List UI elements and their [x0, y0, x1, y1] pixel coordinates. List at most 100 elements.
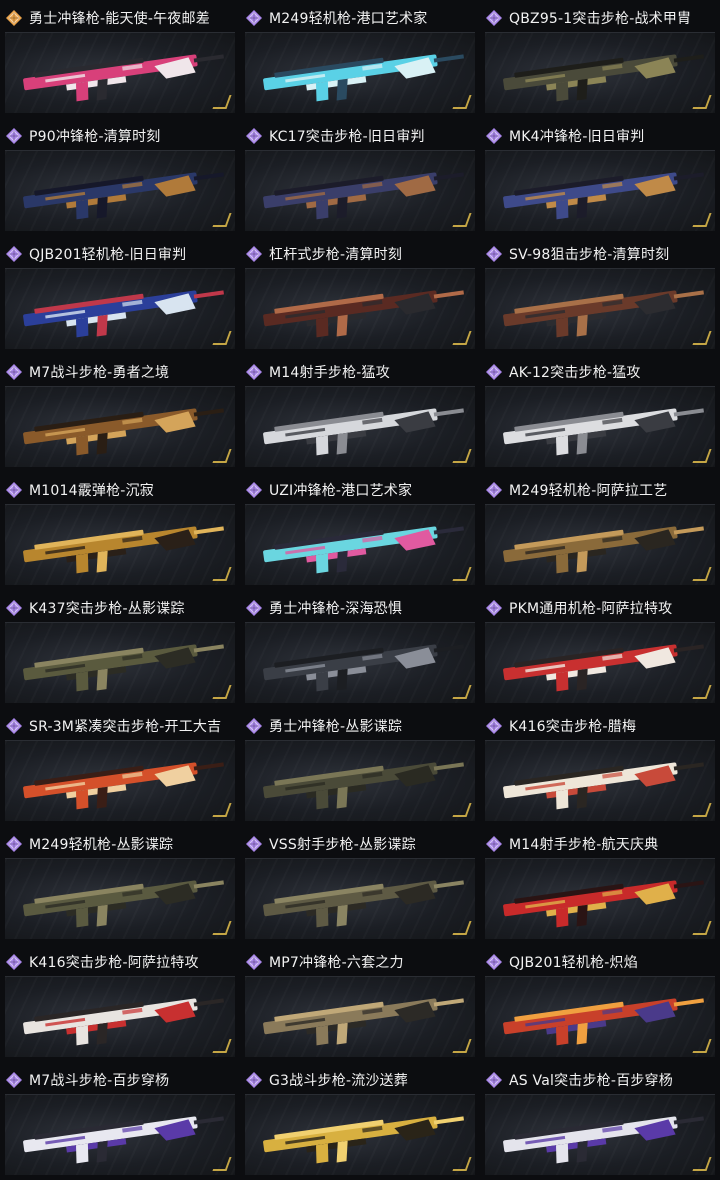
- weapon-skin-card[interactable]: P90冲锋枪-清算时刻: [0, 118, 240, 236]
- weapon-image: [23, 408, 224, 456]
- diamond-rarity-icon: [5, 245, 23, 263]
- weapon-thumbnail: [245, 740, 475, 821]
- weapon-skin-card[interactable]: QJB201轻机枪-旧日审判: [0, 236, 240, 354]
- weapon-image: [23, 526, 224, 574]
- weapon-skin-card[interactable]: MK4冲锋枪-旧日审判: [480, 118, 720, 236]
- weapon-image: [503, 762, 704, 810]
- weapon-skin-card[interactable]: 杠杆式步枪-清算时刻: [240, 236, 480, 354]
- weapon-skin-name: 杠杆式步枪-清算时刻: [269, 247, 403, 263]
- weapon-skin-name: K437突击步枪-丛影谍踪: [29, 601, 185, 617]
- weapon-skin-card[interactable]: G3战斗步枪-流沙送葬: [240, 1062, 480, 1180]
- weapon-image: [23, 762, 224, 810]
- weapon-thumbnail: [5, 976, 235, 1057]
- card-title: M249轻机枪-阿萨拉工艺: [485, 476, 715, 504]
- weapon-skin-card[interactable]: M14射手步枪-航天庆典: [480, 826, 720, 944]
- weapon-skin-card[interactable]: 勇士冲锋枪-丛影谍踪: [240, 708, 480, 826]
- weapon-skin-grid: 勇士冲锋枪-能天使-午夜邮差 M249轻机枪-港口艺术家 QBZ95-1突击步枪-战…: [0, 0, 720, 1180]
- card-title: 勇士冲锋枪-丛影谍踪: [245, 712, 475, 740]
- weapon-skin-card[interactable]: M249轻机枪-港口艺术家: [240, 0, 480, 118]
- weapon-skin-card[interactable]: 勇士冲锋枪-能天使-午夜邮差: [0, 0, 240, 118]
- weapon-skin-card[interactable]: VSS射手步枪-丛影谍踪: [240, 826, 480, 944]
- weapon-skin-card[interactable]: PKM通用机枪-阿萨拉特攻: [480, 590, 720, 708]
- weapon-skin-card[interactable]: SR-3M紧凑突击步枪-开工大吉: [0, 708, 240, 826]
- diamond-rarity-icon: [5, 953, 23, 971]
- weapon-skin-card[interactable]: M7战斗步枪-百步穿杨: [0, 1062, 240, 1180]
- weapon-thumbnail: [485, 976, 715, 1057]
- diamond-rarity-icon: [485, 599, 503, 617]
- weapon-thumbnail: [5, 858, 235, 939]
- card-title: MP7冲锋枪-六套之力: [245, 948, 475, 976]
- weapon-skin-name: 勇士冲锋枪-深海恐惧: [269, 601, 403, 617]
- weapon-image: [23, 998, 224, 1046]
- weapon-thumbnail: [485, 386, 715, 467]
- weapon-skin-card[interactable]: K437突击步枪-丛影谍踪: [0, 590, 240, 708]
- weapon-skin-card[interactable]: 勇士冲锋枪-深海恐惧: [240, 590, 480, 708]
- weapon-thumbnail: [245, 504, 475, 585]
- weapon-skin-card[interactable]: KC17突击步枪-旧日审判: [240, 118, 480, 236]
- weapon-skin-card[interactable]: M14射手步枪-猛攻: [240, 354, 480, 472]
- weapon-image: [503, 1116, 704, 1164]
- weapon-thumbnail: [245, 622, 475, 703]
- card-title: M7战斗步枪-勇者之境: [5, 358, 235, 386]
- card-title: AK-12突击步枪-猛攻: [485, 358, 715, 386]
- card-title: M1014霰弹枪-沉寂: [5, 476, 235, 504]
- card-title: P90冲锋枪-清算时刻: [5, 122, 235, 150]
- weapon-thumbnail: [245, 858, 475, 939]
- weapon-skin-name: UZI冲锋枪-港口艺术家: [269, 483, 413, 499]
- diamond-rarity-icon: [485, 953, 503, 971]
- weapon-skin-card[interactable]: UZI冲锋枪-港口艺术家: [240, 472, 480, 590]
- diamond-rarity-icon: [5, 717, 23, 735]
- weapon-image: [23, 54, 224, 102]
- weapon-thumbnail: [245, 150, 475, 231]
- weapon-skin-card[interactable]: M1014霰弹枪-沉寂: [0, 472, 240, 590]
- weapon-skin-name: M249轻机枪-丛影谍踪: [29, 837, 174, 853]
- weapon-skin-card[interactable]: K416突击步枪-腊梅: [480, 708, 720, 826]
- diamond-rarity-icon: [245, 9, 263, 27]
- weapon-thumbnail: [485, 740, 715, 821]
- weapon-skin-card[interactable]: M249轻机枪-丛影谍踪: [0, 826, 240, 944]
- weapon-skin-card[interactable]: QBZ95-1突击步枪-战术甲胄: [480, 0, 720, 118]
- weapon-skin-name: K416突击步枪-阿萨拉特攻: [29, 955, 199, 971]
- diamond-rarity-icon: [5, 9, 23, 27]
- weapon-image: [263, 1116, 464, 1164]
- weapon-thumbnail: [485, 150, 715, 231]
- weapon-image: [503, 526, 704, 574]
- weapon-skin-name: QBZ95-1突击步枪-战术甲胄: [509, 11, 692, 27]
- card-title: K416突击步枪-阿萨拉特攻: [5, 948, 235, 976]
- diamond-rarity-icon: [485, 717, 503, 735]
- weapon-skin-card[interactable]: AK-12突击步枪-猛攻: [480, 354, 720, 472]
- diamond-rarity-icon: [245, 835, 263, 853]
- weapon-skin-card[interactable]: M249轻机枪-阿萨拉工艺: [480, 472, 720, 590]
- card-title: M7战斗步枪-百步穿杨: [5, 1066, 235, 1094]
- diamond-rarity-icon: [245, 599, 263, 617]
- weapon-skin-card[interactable]: M7战斗步枪-勇者之境: [0, 354, 240, 472]
- card-title: SR-3M紧凑突击步枪-开工大吉: [5, 712, 235, 740]
- weapon-skin-name: M249轻机枪-港口艺术家: [269, 11, 428, 27]
- diamond-rarity-icon: [5, 481, 23, 499]
- diamond-rarity-icon: [245, 127, 263, 145]
- diamond-rarity-icon: [485, 1071, 503, 1089]
- diamond-rarity-icon: [485, 363, 503, 381]
- weapon-image: [503, 880, 704, 928]
- weapon-image: [23, 644, 224, 692]
- weapon-image: [263, 408, 464, 456]
- weapon-image: [263, 644, 464, 692]
- weapon-image: [503, 644, 704, 692]
- weapon-image: [263, 172, 464, 220]
- weapon-skin-card[interactable]: SV-98狙击步枪-清算时刻: [480, 236, 720, 354]
- weapon-skin-card[interactable]: K416突击步枪-阿萨拉特攻: [0, 944, 240, 1062]
- weapon-thumbnail: [485, 858, 715, 939]
- card-title: PKM通用机枪-阿萨拉特攻: [485, 594, 715, 622]
- diamond-rarity-icon: [485, 835, 503, 853]
- weapon-thumbnail: [5, 622, 235, 703]
- diamond-rarity-icon: [245, 953, 263, 971]
- card-title: AS Val突击步枪-百步穿杨: [485, 1066, 715, 1094]
- weapon-skin-card[interactable]: QJB201轻机枪-炽焰: [480, 944, 720, 1062]
- weapon-skin-name: AK-12突击步枪-猛攻: [509, 365, 641, 381]
- card-title: M14射手步枪-猛攻: [245, 358, 475, 386]
- weapon-skin-card[interactable]: AS Val突击步枪-百步穿杨: [480, 1062, 720, 1180]
- weapon-skin-name: AS Val突击步枪-百步穿杨: [509, 1073, 673, 1089]
- weapon-skin-card[interactable]: MP7冲锋枪-六套之力: [240, 944, 480, 1062]
- weapon-skin-name: M14射手步枪-航天庆典: [509, 837, 659, 853]
- card-title: M14射手步枪-航天庆典: [485, 830, 715, 858]
